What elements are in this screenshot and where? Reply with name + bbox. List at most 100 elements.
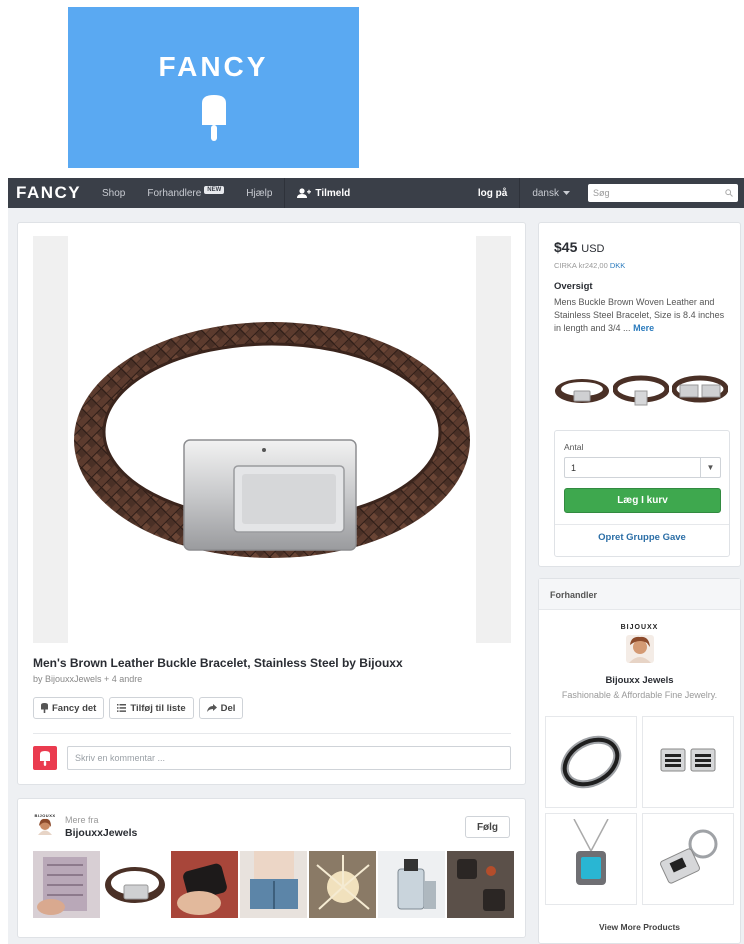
retailer-header: Forhandler <box>539 579 740 610</box>
product-card: Men's Brown Leather Buckle Bracelet, Sta… <box>17 222 526 785</box>
quantity-label: Antal <box>564 442 584 452</box>
product-gallery <box>554 373 728 407</box>
nav-brand[interactable]: FANCY <box>16 183 102 203</box>
thumbnail-image <box>171 851 238 918</box>
bracelet-image <box>74 321 470 558</box>
keychain-image <box>660 829 718 884</box>
thumbnail-image <box>240 851 307 918</box>
thumbnail-product[interactable] <box>240 851 307 918</box>
retailer-logo-text: BIJOUXX <box>620 624 659 631</box>
add-to-list-label: Tilføj til liste <box>130 702 186 714</box>
group-gift-link[interactable]: Opret Gruppe Gave <box>555 532 729 543</box>
seller-name[interactable]: BijouxxJewels <box>65 827 137 839</box>
thumbnail-image <box>102 851 169 918</box>
nav-retailers-label: Forhandlere <box>147 187 202 199</box>
fancy-button[interactable]: Fancy det <box>33 697 105 719</box>
fancy-button-label: Fancy det <box>52 702 97 714</box>
search-input[interactable]: Søg <box>588 184 738 202</box>
popsicle-icon <box>40 750 50 766</box>
new-badge: NEW <box>204 186 225 194</box>
thumbnail-product[interactable] <box>378 851 445 918</box>
thumbnail-product[interactable] <box>447 851 514 918</box>
comment-placeholder: Skriv en kommentar ... <box>75 753 166 763</box>
retailer-product[interactable] <box>545 716 637 808</box>
thumbnail-product[interactable] <box>33 851 100 918</box>
search-placeholder: Søg <box>593 188 610 198</box>
comment-input[interactable]: Skriv en kommentar ... <box>67 746 511 770</box>
add-user-icon <box>297 188 312 198</box>
product-image[interactable] <box>68 236 476 643</box>
product-byline[interactable]: by BijouxxJewels + 4 andre <box>33 674 142 684</box>
thumbnail-image <box>33 851 100 918</box>
share-label: Del <box>220 702 236 714</box>
ring-image <box>560 735 622 789</box>
language-label: dansk <box>532 187 559 199</box>
gallery-thumbnail[interactable] <box>554 373 610 407</box>
thumbnail-product[interactable] <box>102 851 169 918</box>
nav-help-label: Hjælp <box>246 187 273 199</box>
retailer-product[interactable] <box>642 813 734 905</box>
more-link[interactable]: Mere <box>633 323 654 333</box>
user-avatar <box>33 746 57 770</box>
list-icon <box>117 704 127 712</box>
nav-join[interactable]: Tilmeld <box>297 188 350 199</box>
popsicle-icon <box>41 703 48 713</box>
product-actions: Fancy det Tilføj til liste Del <box>33 697 244 719</box>
nav-retailers[interactable]: Forhandlere NEW <box>147 186 225 199</box>
logo-wordmark: FANCY <box>158 51 269 82</box>
view-more-products-link[interactable]: View More Products <box>539 922 740 932</box>
nav-divider <box>284 178 286 208</box>
approx-price: CIRKA kr242,00 DKK <box>554 261 625 270</box>
retailer-card: Forhandler BIJOUXX Bijouxx Jewels Fashio… <box>538 578 741 944</box>
buy-box: Antal 1 ▼ Læg I kurv Opret Gruppe Gave <box>554 430 730 557</box>
retailer-avatar-image <box>626 635 654 663</box>
retailer-product[interactable] <box>642 716 734 808</box>
page: FANCY Shop Forhandlere NEW Hjælp Tilmeld… <box>8 178 744 944</box>
product-title[interactable]: Men's Brown Leather Buckle Bracelet, Sta… <box>33 656 403 670</box>
search-icon[interactable] <box>725 189 733 197</box>
product-image-frame <box>33 236 511 643</box>
language-selector[interactable]: dansk <box>519 178 582 208</box>
seller-thumbnails <box>33 851 514 918</box>
thumbnail-product[interactable] <box>171 851 238 918</box>
gallery-thumbnail[interactable] <box>672 373 728 407</box>
nav-join-label: Tilmeld <box>315 187 351 199</box>
retailer-products <box>545 716 734 905</box>
gallery-thumbnail[interactable] <box>613 373 669 407</box>
popsicle-icon <box>201 95 226 141</box>
share-button[interactable]: Del <box>198 697 244 719</box>
divider <box>555 524 729 525</box>
pendant-image <box>573 819 609 885</box>
share-arrow-icon <box>206 704 217 712</box>
thumbnail-image <box>447 851 514 918</box>
price-currency: USD <box>581 243 605 255</box>
thumbnail-product[interactable] <box>309 851 376 918</box>
thumbnail-image <box>378 851 445 918</box>
add-to-list-button[interactable]: Tilføj til liste <box>109 697 194 719</box>
price: $45 USD <box>554 239 604 255</box>
overview-text: Mens Buckle Brown Woven Leather and Stai… <box>554 296 732 335</box>
quantity-select[interactable]: 1 ▼ <box>564 457 721 478</box>
add-to-cart-button[interactable]: Læg I kurv <box>564 488 721 513</box>
seller-avatar-image <box>38 818 52 835</box>
nav-shop-label: Shop <box>102 187 126 199</box>
fancy-logo-banner: FANCY <box>68 7 359 168</box>
divider <box>33 733 511 734</box>
seller-logo[interactable]: BIJOUXX <box>33 813 57 837</box>
overview-title: Oversigt <box>554 281 593 292</box>
retailer-product[interactable] <box>545 813 637 905</box>
retailer-avatar[interactable] <box>626 635 654 663</box>
caret-down-icon <box>563 191 570 195</box>
retailer-name[interactable]: Bijouxx Jewels <box>539 675 740 686</box>
nav-help[interactable]: Hjælp <box>246 188 272 199</box>
follow-button[interactable]: Følg <box>465 816 510 838</box>
thumbnail-image <box>309 851 376 918</box>
chevron-down-icon[interactable]: ▼ <box>700 458 720 477</box>
nav-login[interactable]: log på <box>466 178 519 208</box>
approx-amount: CIRKA kr242,00 <box>554 261 608 270</box>
quantity-value: 1 <box>571 462 577 473</box>
nav-right: log på dansk Søg <box>466 178 744 208</box>
nav-shop[interactable]: Shop <box>102 188 125 199</box>
currency-link[interactable]: DKK <box>610 261 625 270</box>
more-from-label: Mere fra <box>65 815 99 825</box>
